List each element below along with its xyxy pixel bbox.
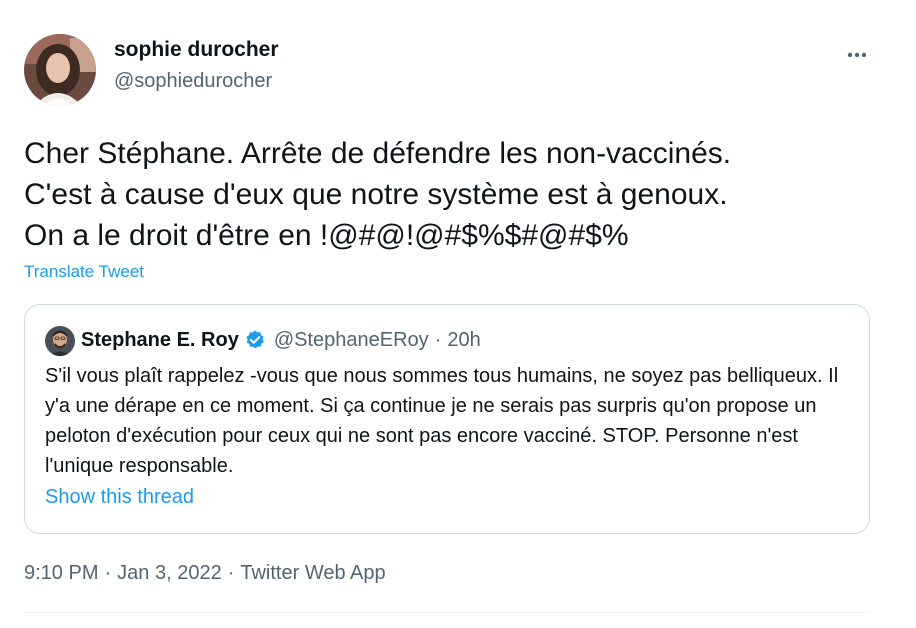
tweet-text: Cher Stéphane. Arrête de défendre les no…	[24, 137, 732, 252]
translate-tweet-link[interactable]: Translate Tweet	[24, 262, 144, 282]
author-avatar-image	[24, 34, 96, 106]
quoted-author-avatar-image	[45, 326, 75, 356]
verified-badge-icon	[244, 329, 266, 351]
tweet-time[interactable]: 9:10 PM	[24, 562, 98, 584]
quoted-tweet[interactable]: Stephane E. Roy @StephaneERoy · 20h S'il…	[24, 304, 870, 534]
meta-separator: ·	[227, 562, 235, 584]
tweet-meta: 9:10 PM · Jan 3, 2022 · Twitter Web App	[24, 562, 386, 585]
quoted-timestamp[interactable]: 20h	[447, 327, 480, 353]
quoted-separator: ·	[434, 329, 442, 351]
author-avatar[interactable]	[24, 34, 96, 106]
quoted-tweet-header: Stephane E. Roy @StephaneERoy · 20h	[81, 327, 481, 353]
quoted-author-display-name[interactable]: Stephane E. Roy	[81, 327, 239, 353]
tweet-date[interactable]: Jan 3, 2022	[117, 562, 222, 584]
divider	[24, 612, 870, 613]
meta-separator: ·	[104, 562, 112, 584]
quoted-author-handle[interactable]: @StephaneERoy	[274, 327, 429, 353]
tweet-source[interactable]: Twitter Web App	[240, 562, 385, 584]
more-options-icon[interactable]	[842, 40, 872, 70]
quoted-tweet-text: S'il vous plaît rappelez -vous que nous …	[45, 365, 839, 477]
quoted-author-avatar[interactable]	[45, 326, 75, 356]
show-thread-link[interactable]: Show this thread	[45, 486, 194, 509]
author-handle[interactable]: @sophiedurocher	[114, 70, 272, 93]
author-display-name[interactable]: sophie durocher	[114, 38, 279, 62]
